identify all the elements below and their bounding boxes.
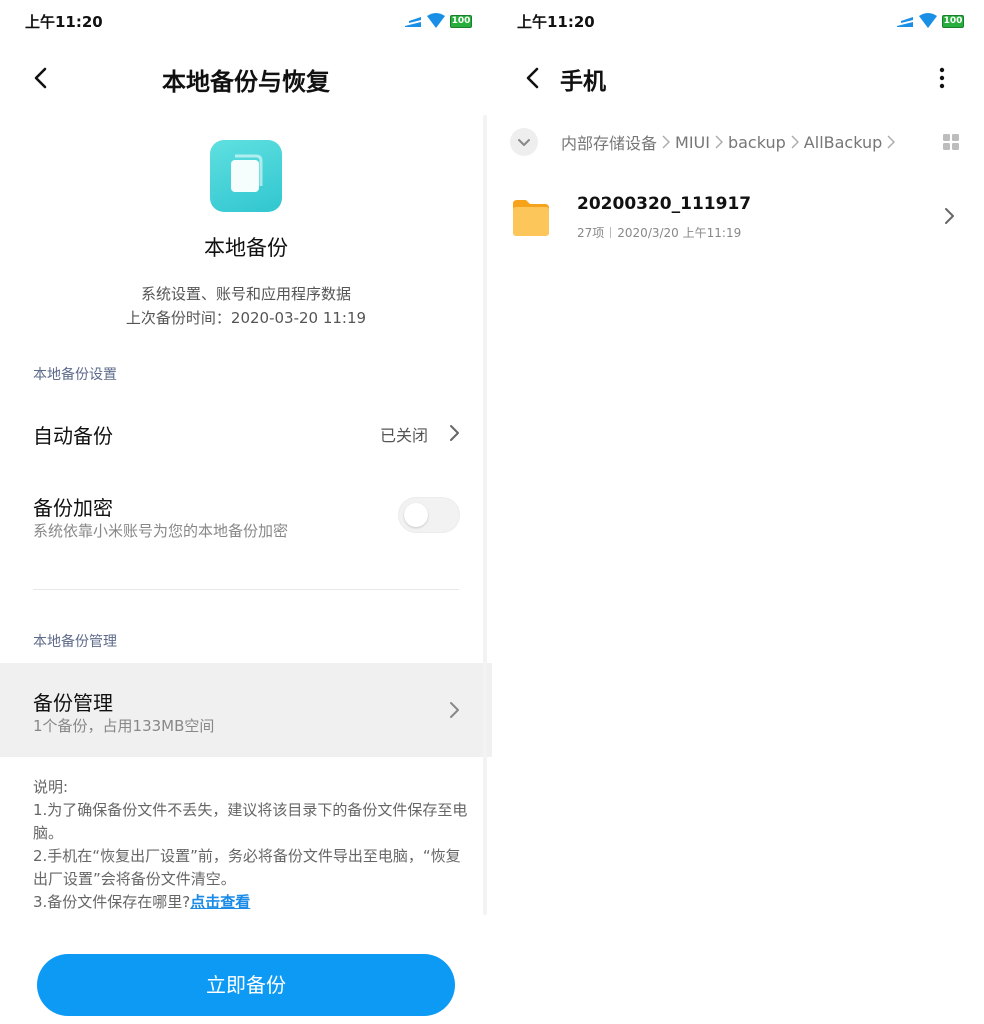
chevron-left-icon — [526, 67, 539, 89]
signal-icon — [405, 17, 421, 27]
folder-icon — [513, 200, 549, 236]
status-bar: 上午11:20 100 — [492, 0, 984, 44]
auto-backup-label: 自动备份 — [33, 424, 113, 448]
notes-line-2: 2.手机在“恢复出厂设置”前，务必将备份文件导出至电脑，“恢复出厂设置”会将备份… — [33, 847, 461, 888]
document-icon — [231, 154, 263, 192]
folder-date: 2020/3/20 上午11:19 — [617, 226, 742, 240]
folder-name: 20200320_111917 — [577, 194, 752, 214]
status-bar: 上午11:20 100 — [0, 0, 492, 44]
breadcrumb-expand-button[interactable] — [510, 128, 538, 156]
backup-management-summary: 1个备份，占用133MB空间 — [33, 717, 215, 735]
notes-line-3: 3.备份文件保存在哪里?点击查看 — [33, 891, 473, 914]
signal-icon — [897, 17, 913, 27]
notes-line-3-text: 3.备份文件保存在哪里? — [33, 893, 191, 911]
grid-icon — [943, 134, 959, 150]
notes: 说明: 1.为了确保备份文件不丢失，建议将该目录下的备份文件保存至电脑。 2.手… — [33, 776, 473, 914]
backup-management-label: 备份管理 — [33, 691, 113, 715]
breadcrumb-item-internal-storage[interactable]: 内部存储设备 — [561, 130, 657, 154]
last-backup-time: 上次备份时间：2020-03-20 11:19 — [125, 309, 367, 327]
notes-line-1: 1.为了确保备份文件不丢失，建议将该目录下的备份文件保存至电脑。 — [33, 801, 468, 842]
wifi-icon — [427, 13, 445, 28]
page-title: 本地备份与恢复 — [162, 68, 330, 96]
battery-icon: 100 — [942, 14, 964, 28]
view-location-link[interactable]: 点击查看 — [190, 893, 250, 911]
title-bar: 本地备份与恢复 — [0, 52, 492, 104]
backup-description: 系统设置、账号和应用程序数据 — [140, 285, 351, 303]
chevron-right-icon — [450, 425, 459, 441]
back-button[interactable] — [519, 64, 549, 94]
title-bar: 手机 — [492, 52, 984, 104]
page-title: 手机 — [560, 69, 606, 95]
meta-separator — [610, 227, 612, 238]
battery-icon: 100 — [450, 14, 472, 28]
more-vertical-icon — [939, 67, 945, 89]
breadcrumb-separator-icon — [791, 135, 799, 149]
encryption-label: 备份加密 — [33, 496, 113, 520]
status-time: 上午11:20 — [517, 13, 595, 31]
notes-heading: 说明: — [33, 778, 69, 796]
local-backup-app-icon — [210, 140, 282, 212]
backup-now-button[interactable]: 立即备份 — [37, 954, 455, 1016]
folder-meta: 27项 2020/3/20 上午11:19 — [577, 224, 741, 241]
status-icons: 100 — [403, 12, 472, 30]
app-title: 本地备份 — [204, 236, 288, 260]
auto-backup-status: 已关闭 — [380, 426, 429, 445]
backup-management-row[interactable]: 备份管理 1个备份，占用133MB空间 — [0, 663, 492, 757]
chevron-right-icon — [945, 208, 954, 224]
encryption-description: 系统依靠小米账号为您的本地备份加密 — [33, 522, 289, 540]
breadcrumb: 内部存储设备 MIUI backup AllBackup — [561, 130, 900, 154]
status-icons: 100 — [895, 12, 964, 30]
toggle-knob — [404, 503, 428, 527]
breadcrumb-item-miui[interactable]: MIUI — [675, 133, 710, 152]
grid-view-button[interactable] — [942, 133, 960, 151]
breadcrumb-item-allbackup[interactable]: AllBackup — [804, 133, 882, 152]
encryption-toggle[interactable] — [398, 497, 460, 533]
list-item[interactable]: 20200320_111917 27项 2020/3/20 上午11:19 — [492, 180, 984, 252]
section-label-settings: 本地备份设置 — [33, 367, 117, 383]
folder-item-count: 27项 — [577, 226, 605, 240]
breadcrumb-separator-icon — [662, 135, 671, 149]
wifi-icon — [919, 13, 937, 28]
breadcrumb-item-backup[interactable]: backup — [728, 133, 786, 152]
section-label-management: 本地备份管理 — [33, 634, 117, 650]
file-browser-screen: 上午11:20 100 手机 内部存储设备 MIUI backup AllBac… — [492, 0, 984, 1024]
divider — [33, 589, 459, 590]
backup-restore-screen: 上午11:20 100 本地备份与恢复 本地备份 系统设置、账号和应用程序数据 … — [0, 0, 492, 1024]
breadcrumb-separator-icon — [887, 135, 896, 149]
scrollbar[interactable] — [483, 115, 487, 915]
breadcrumb-separator-icon — [715, 135, 723, 149]
chevron-right-icon — [450, 702, 459, 718]
status-time: 上午11:20 — [25, 13, 103, 31]
more-options-button[interactable] — [930, 64, 954, 94]
chevron-down-icon — [518, 139, 530, 146]
